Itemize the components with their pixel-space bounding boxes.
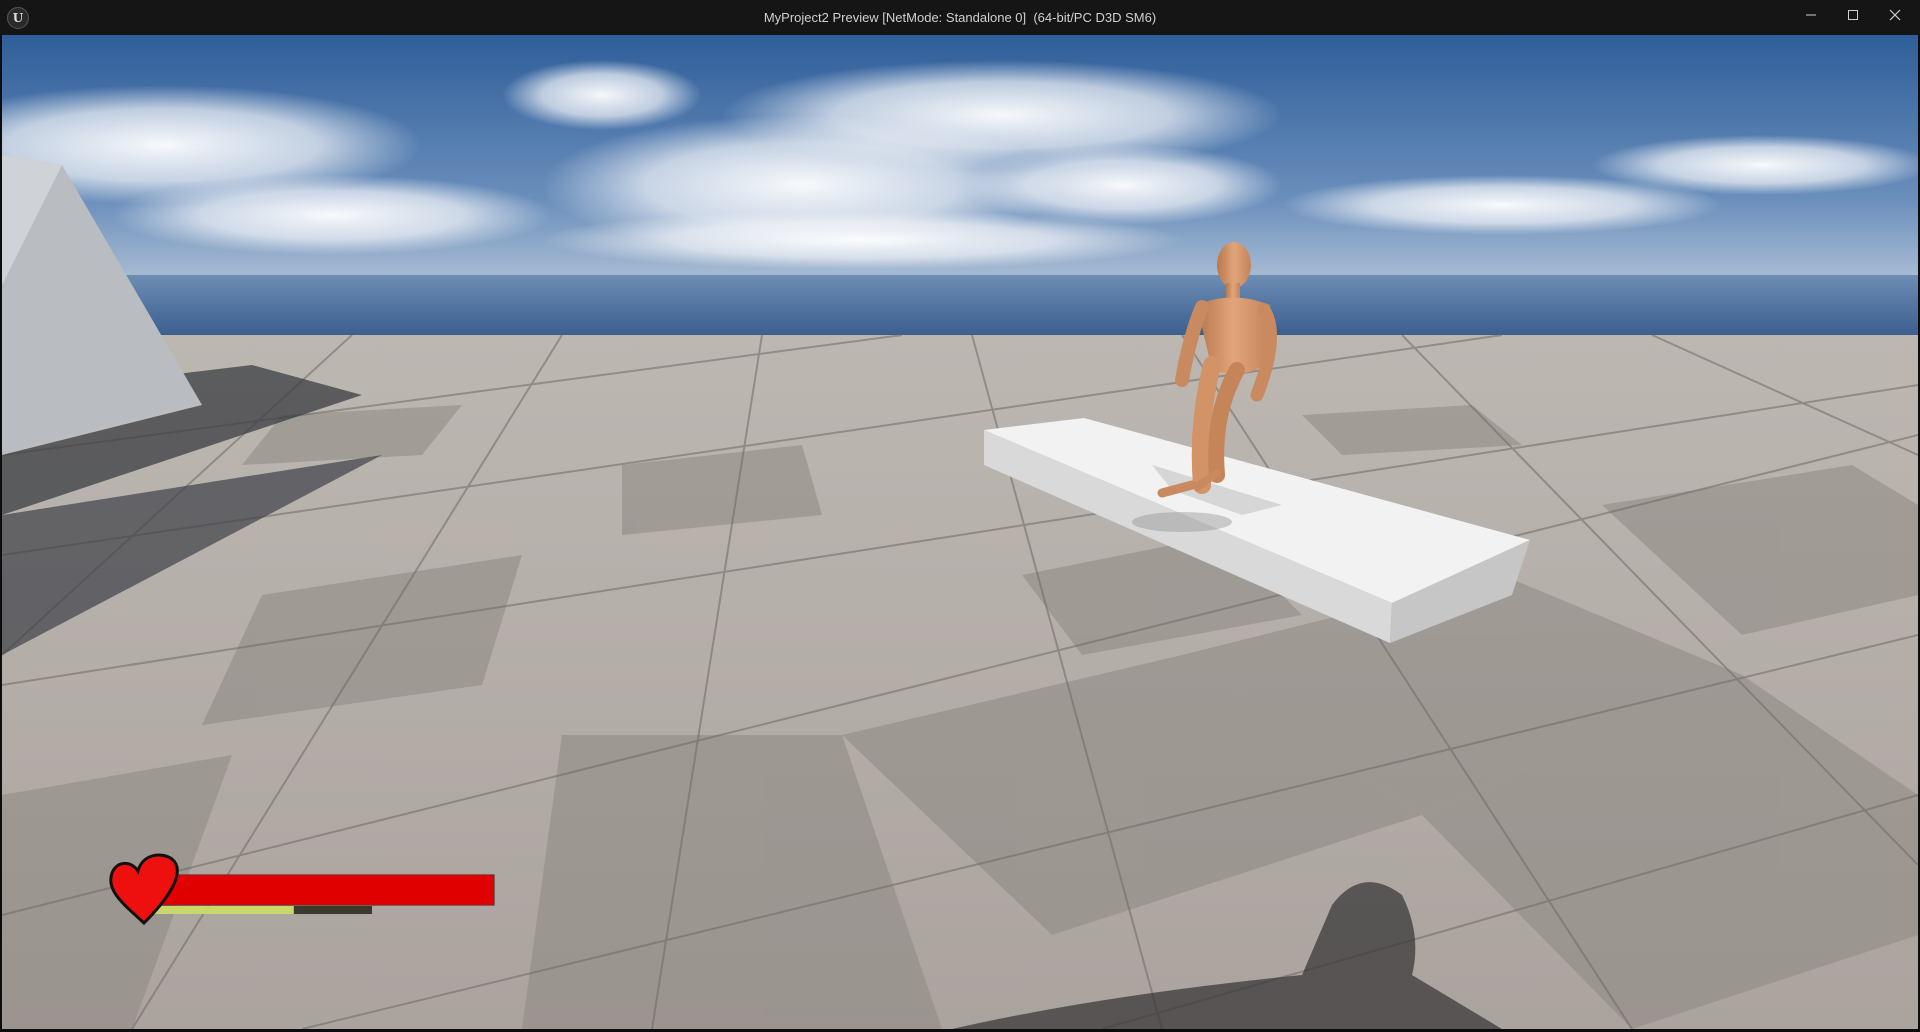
3d-scene[interactable] — [2, 35, 1918, 1029]
window-title: MyProject2 Preview [NetMode: Standalone … — [763, 10, 1157, 25]
title-bar[interactable]: U MyProject2 Preview [NetMode: Standalon… — [0, 0, 1920, 35]
close-button[interactable] — [1874, 0, 1916, 30]
maximize-icon — [1848, 10, 1858, 20]
maximize-button[interactable] — [1832, 0, 1874, 30]
minimize-button[interactable] — [1790, 0, 1832, 30]
close-icon — [1889, 9, 1901, 21]
game-window: U MyProject2 Preview [NetMode: Standalon… — [0, 0, 1920, 1032]
minimize-icon — [1806, 14, 1816, 16]
ocean-horizon — [2, 275, 1918, 335]
game-viewport[interactable] — [2, 35, 1918, 1029]
